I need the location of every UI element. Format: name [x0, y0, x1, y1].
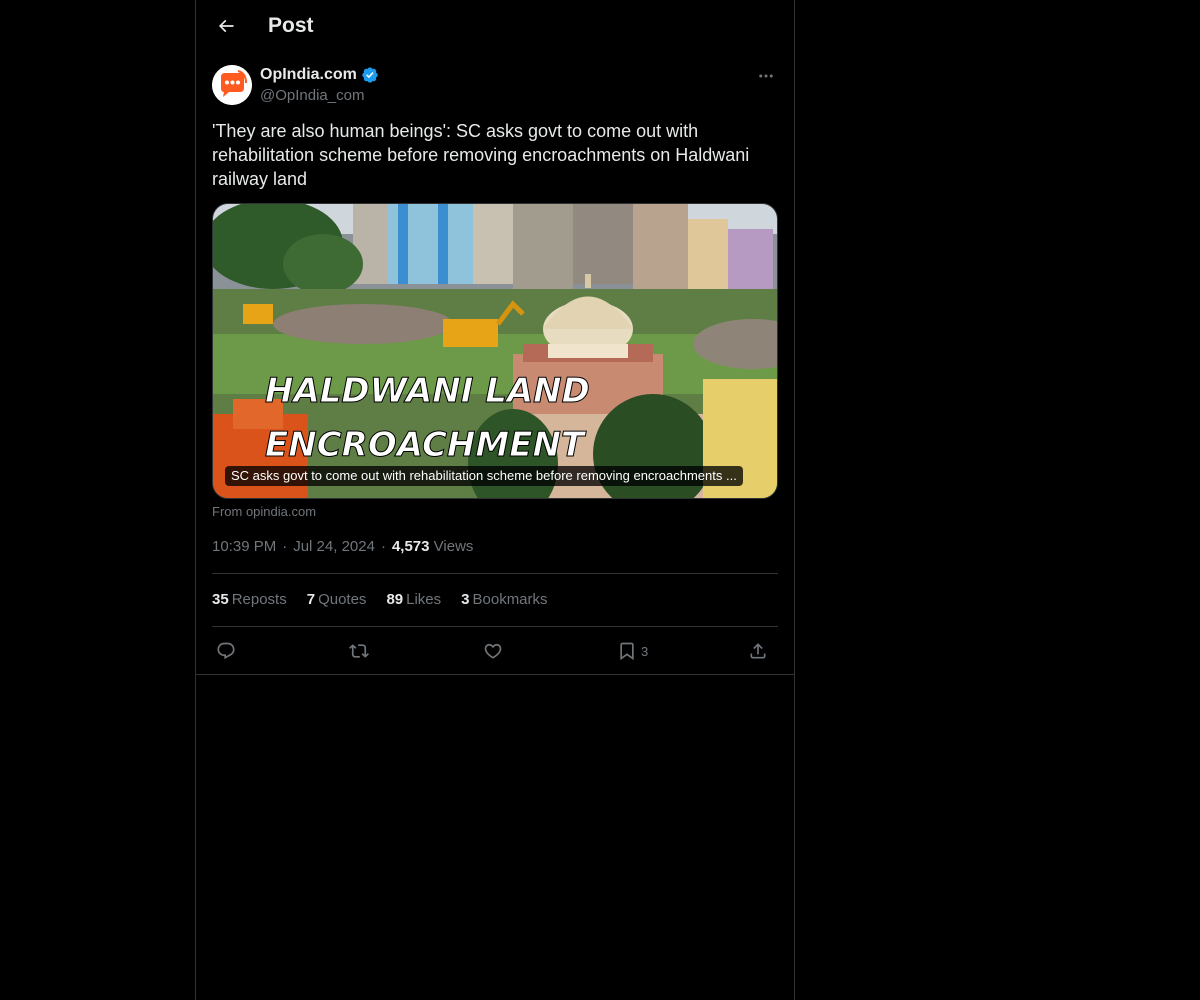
repost-icon [349, 644, 369, 658]
bookmark-icon [620, 642, 634, 661]
reply-button[interactable] [216, 638, 236, 664]
post-meta: 10:39 PM · Jul 24, 2024 · 4,573 Views [212, 538, 473, 555]
verified-badge-icon [362, 67, 378, 83]
reply-icon [217, 642, 235, 660]
bookmark-count: 3 [641, 643, 649, 659]
post-bottom-border [196, 674, 794, 675]
bookmark-button[interactable]: 3 [617, 638, 648, 664]
author-name[interactable]: OpIndia.com [260, 66, 357, 84]
author-block: OpIndia.com @OpIndia_com [212, 64, 778, 108]
repost-button[interactable] [349, 638, 369, 664]
divider [212, 573, 778, 574]
avatar[interactable] [212, 65, 252, 105]
quotes-stat[interactable]: 7 Quotes [307, 591, 367, 608]
action-bar: 3 [212, 638, 778, 664]
post-text: 'They are also human beings': SC asks go… [212, 121, 750, 189]
link-card-title: SC asks govt to come out with rehabilita… [225, 466, 743, 486]
more-options-button[interactable] [754, 64, 778, 88]
header-bar: Post [196, 0, 794, 54]
link-card[interactable]: HALDWANI LAND ENCROACHMENT SC asks govt … [212, 203, 778, 499]
like-button[interactable] [483, 638, 503, 664]
image-headline-line1: HALDWANI LAND [265, 371, 590, 411]
share-button[interactable] [748, 638, 768, 664]
more-dots-icon [759, 74, 773, 78]
likes-stat[interactable]: 89 Likes [386, 591, 441, 608]
link-card-image: HALDWANI LAND ENCROACHMENT [213, 204, 777, 498]
bookmarks-stat[interactable]: 3 Bookmarks [461, 591, 547, 608]
post-time[interactable]: 10:39 PM [212, 538, 276, 555]
reposts-stat[interactable]: 35 Reposts [212, 591, 287, 608]
arrow-left-icon [218, 19, 234, 33]
post-date[interactable]: Jul 24, 2024 [293, 538, 375, 555]
views-count: 4,573 [391, 538, 430, 555]
divider [212, 626, 778, 627]
heart-icon [484, 643, 502, 659]
post-column: Post OpIndia.com @OpIndia_com 'They are … [195, 0, 795, 1000]
speech-bubble-logo-icon [212, 65, 252, 105]
image-headline-line2: ENCROACHMENT [265, 425, 587, 465]
back-button[interactable] [208, 8, 244, 44]
name-row: OpIndia.com [260, 66, 379, 84]
meta-separator: · [282, 538, 288, 555]
author-handle[interactable]: @OpIndia_com [260, 87, 364, 104]
views-label: Views [433, 538, 474, 555]
page-title: Post [268, 14, 314, 37]
post-stats: 35 Reposts 7 Quotes 89 Likes 3 Bookmarks [212, 591, 548, 608]
share-icon [750, 643, 766, 659]
link-source[interactable]: From opindia.com [212, 504, 316, 519]
meta-separator: · [380, 538, 386, 555]
